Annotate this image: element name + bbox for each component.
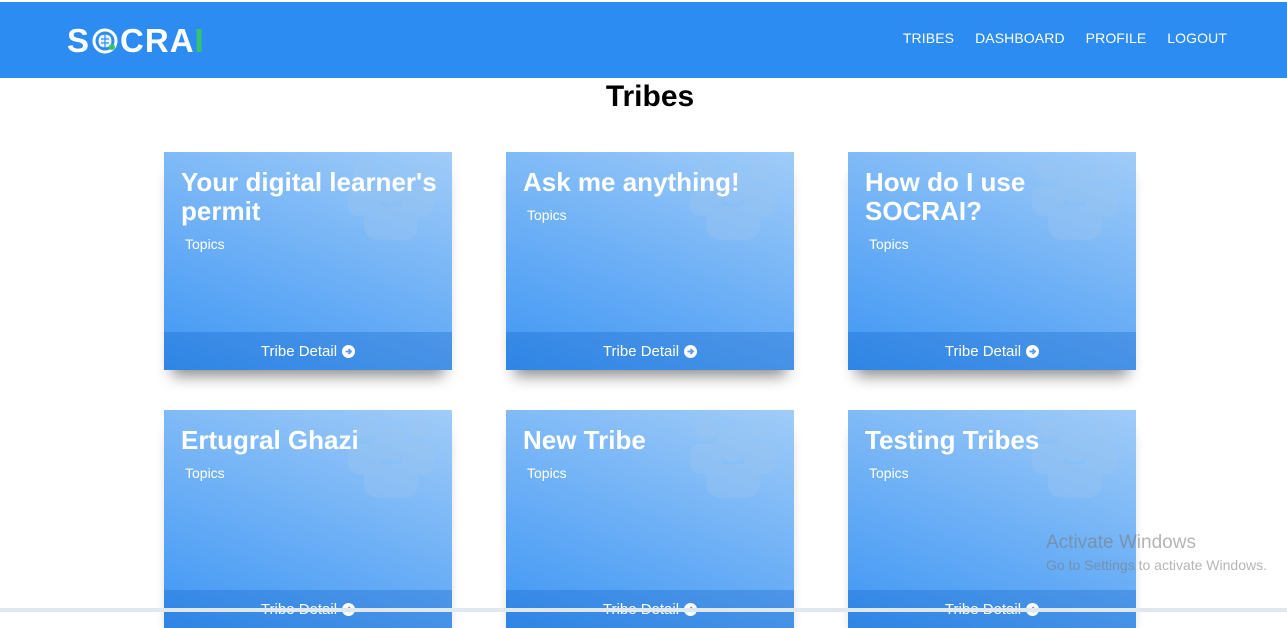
tribe-title: How do I use SOCRAI?	[865, 167, 1026, 226]
arrow-circle-right-icon	[342, 344, 356, 358]
nav-tribes[interactable]: TRIBES	[903, 30, 954, 46]
tribe-title: Testing Tribes	[865, 425, 1040, 455]
tribe-topics-label: Topics	[527, 465, 567, 481]
tribe-detail-button[interactable]: Tribe Detail	[164, 332, 452, 370]
nav-profile[interactable]: PROFILE	[1086, 30, 1147, 46]
tribe-detail-label: Tribe Detail	[602, 342, 680, 360]
tribe-title: Ertugral Ghazi	[181, 425, 359, 455]
tribe-title: New Tribe	[523, 425, 646, 455]
logo-letter-i: I	[194, 22, 205, 59]
page-title: Tribes	[605, 80, 695, 113]
tribe-detail-label: Tribe Detail	[260, 342, 338, 360]
tribe-title: Your digital learner's permit	[181, 167, 437, 226]
tribe-topics-label: Topics	[185, 465, 225, 481]
arrow-circle-right-icon	[684, 344, 698, 358]
main-nav: TRIBES DASHBOARD PROFILE LOGOUT	[882, 30, 1227, 46]
logo-letter-a: A	[169, 22, 195, 59]
tribe-topics-label: Topics	[869, 465, 909, 481]
arrow-circle-right-icon	[1026, 344, 1040, 358]
logo-letters-cr: CR	[120, 22, 170, 59]
tribe-detail-label: Tribe Detail	[944, 342, 1022, 360]
tribe-card: Your digital learner's permit Topics Tri…	[164, 152, 452, 370]
tribe-detail-button[interactable]: Tribe Detail	[848, 332, 1136, 370]
watermark-subtitle: Go to Settings to activate Windows.	[1046, 557, 1267, 573]
brain-icon	[91, 27, 119, 55]
nav-dashboard[interactable]: DASHBOARD	[975, 30, 1065, 46]
tribe-card: Testing Tribes Topics Tribe Detail	[848, 410, 1136, 628]
tribe-topics-label: Topics	[869, 236, 909, 252]
watermark-title: Activate Windows	[1046, 532, 1196, 553]
nav-logout[interactable]: LOGOUT	[1167, 30, 1227, 46]
tribe-card: Ertugral Ghazi Topics Tribe Detail	[164, 410, 452, 628]
tribe-topics-label: Topics	[527, 207, 567, 223]
tribe-topics-label: Topics	[185, 236, 225, 252]
tribe-card: Ask me anything! Topics Tribe Detail	[506, 152, 794, 370]
tribe-title: Ask me anything!	[523, 167, 740, 197]
socrai-logo[interactable]: S CR A I	[67, 22, 205, 59]
tribe-detail-button[interactable]: Tribe Detail	[506, 332, 794, 370]
windows-activation-watermark: Activate Windows Go to Settings to activ…	[1046, 532, 1267, 573]
navbar: S CR A I TRIBES DASHBOARD PROFILE LOGOUT	[0, 2, 1287, 78]
logo-letter-s: S	[67, 22, 91, 59]
tribe-card: New Tribe Topics Tribe Detail	[506, 410, 794, 628]
page-bottom-border	[0, 608, 1287, 612]
tribe-card: How do I use SOCRAI? Topics Tribe Detail	[848, 152, 1136, 370]
